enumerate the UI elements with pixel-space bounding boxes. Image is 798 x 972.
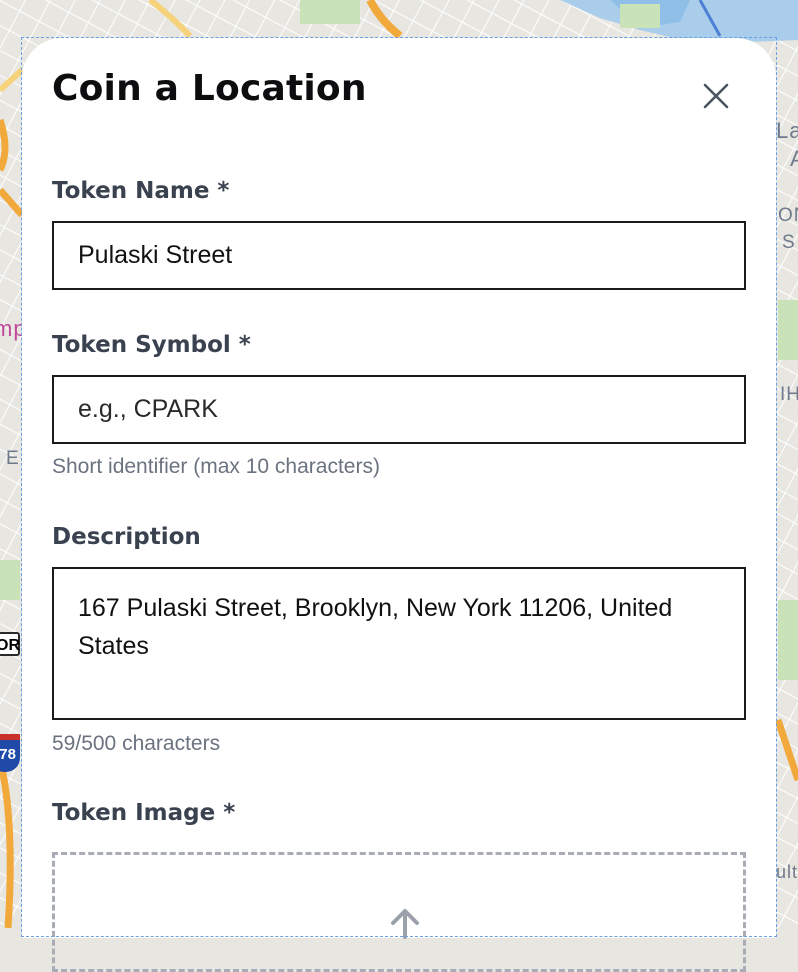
token-name-input[interactable] [52,221,746,290]
map-label: S [782,232,796,253]
token-symbol-helper: Short identifier (max 10 characters) [52,455,380,478]
description-char-counter: 59/500 characters [52,732,221,755]
description-textarea[interactable]: 167 Pulaski Street, Brooklyn, New York 1… [52,567,746,720]
token-symbol-input[interactable] [52,375,746,444]
map-label: E [6,448,20,469]
token-name-label: Token Name * [52,178,230,204]
map-label: ult [776,862,798,882]
token-symbol-label: Token Symbol * [52,332,251,358]
description-label: Description [52,524,201,550]
interstate-shield: 278 [0,734,20,772]
token-image-upload-zone[interactable] [52,852,746,972]
map-label: A [790,146,798,172]
map-label: ON [778,205,798,226]
coin-location-modal: Coin a Location Token Name * Token Symbo… [22,38,776,972]
route-shield: OR [0,632,20,656]
modal-title: Coin a Location [52,68,367,109]
close-icon [703,83,729,109]
close-button[interactable] [694,74,738,118]
map-label: La [776,118,798,143]
token-image-label: Token Image * [52,800,236,826]
map-label: IH [780,384,798,405]
upload-arrow-icon [391,909,419,939]
